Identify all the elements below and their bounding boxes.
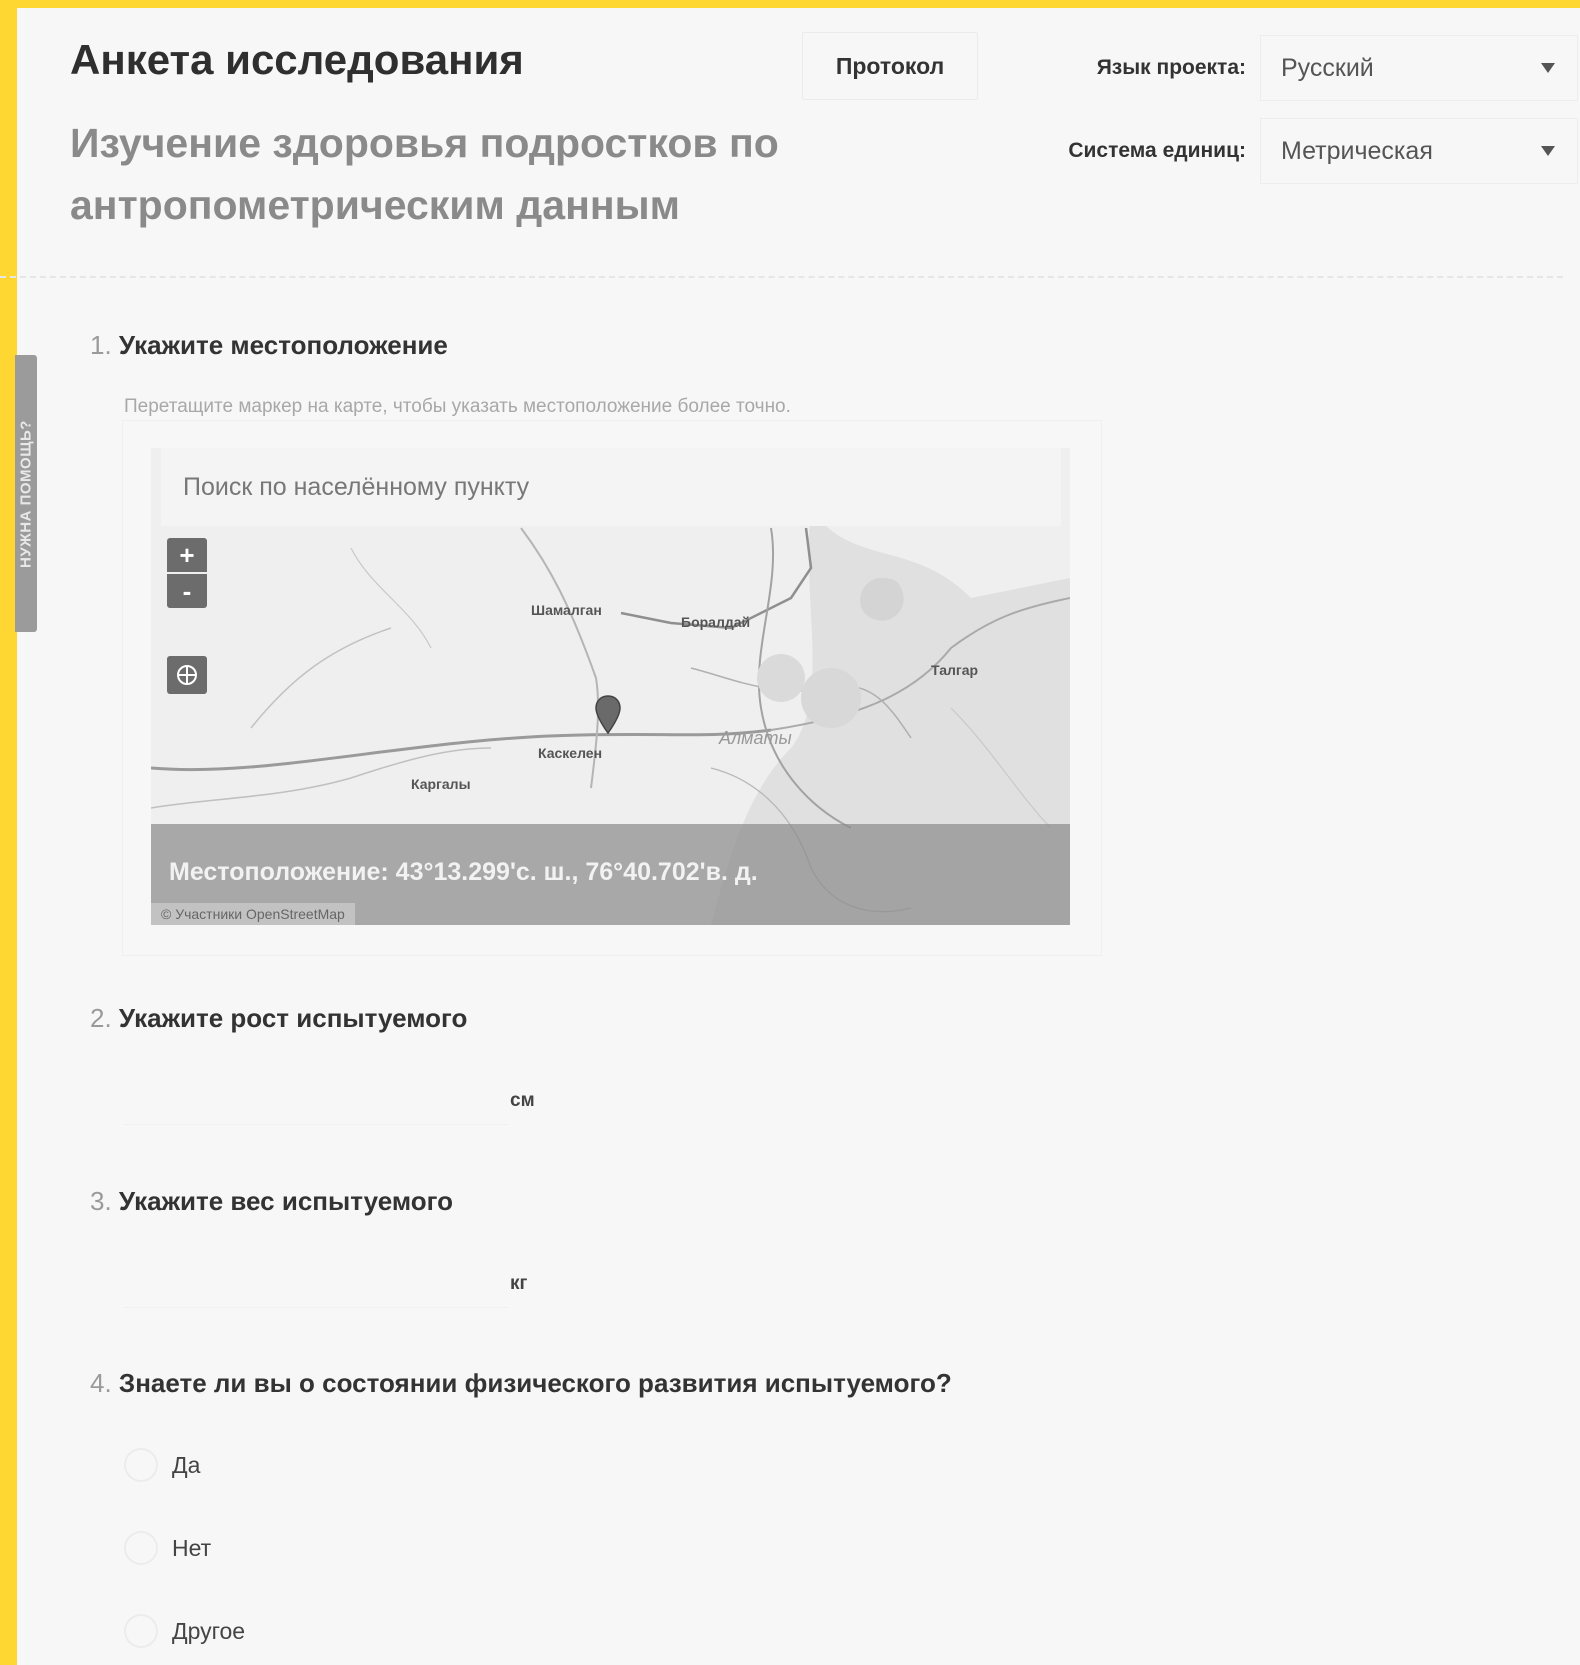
language-select[interactable]: Русский (1260, 35, 1578, 101)
weight-input[interactable] (124, 1259, 508, 1308)
page-title: Анкета исследования (70, 36, 524, 83)
chevron-down-icon (1541, 63, 1555, 73)
map-search-input[interactable] (161, 448, 1061, 526)
location-readout-bar: Местоположение: 43°13.299'с. ш., 76°40.7… (151, 824, 1070, 925)
radio-option-other[interactable]: Другое (124, 1614, 245, 1648)
question-3-title: 3. Укажите вес испытуемого (90, 1186, 453, 1217)
radio-option-no[interactable]: Нет (124, 1531, 211, 1565)
header-divider (0, 276, 1563, 278)
place-label: Каргалы (411, 776, 471, 792)
question-2-title: 2. Укажите рост испытуемого (90, 1003, 467, 1034)
place-label: Каскелен (538, 745, 603, 761)
radio-button[interactable] (124, 1614, 158, 1648)
radio-label: Другое (172, 1617, 246, 1644)
question-4-title: 4. Знаете ли вы о состоянии физического … (90, 1368, 952, 1399)
question-1-title: 1. Укажите местоположение (90, 330, 448, 361)
question-number: 4. (90, 1368, 112, 1398)
place-label: Талгар (931, 662, 979, 678)
question-text: Укажите местоположение (118, 330, 448, 360)
crosshair-icon (177, 665, 197, 685)
units-label: Система единиц: (1068, 139, 1246, 162)
map-marker-icon[interactable] (595, 695, 621, 735)
question-number: 2. (90, 1003, 112, 1033)
locate-me-button[interactable] (167, 656, 207, 694)
protocol-button[interactable]: Протокол (802, 32, 978, 100)
radio-button[interactable] (124, 1531, 158, 1565)
map-attribution[interactable]: © Участники OpenStreetMap (151, 903, 355, 925)
weight-unit: кг (510, 1273, 528, 1294)
place-label: Боралдай (681, 614, 751, 630)
language-select-value: Русский (1281, 53, 1374, 82)
survey-subtitle: Изучение здоровья подростков по антропом… (70, 120, 779, 228)
help-tab-label: НУЖНА ПОМОЩЬ? (17, 419, 35, 568)
place-label: Алматы (719, 728, 792, 748)
location-map[interactable]: + - Шамалган Боралдай Талгар Алматы Каск… (151, 448, 1070, 925)
radio-label: Нет (172, 1534, 212, 1561)
question-number: 3. (90, 1186, 112, 1216)
radio-label: Да (172, 1451, 201, 1478)
zoom-in-button[interactable]: + (167, 538, 207, 572)
place-label: Шамалган (531, 602, 602, 618)
units-select-value: Метрическая (1281, 136, 1433, 165)
height-input[interactable] (124, 1076, 508, 1125)
question-text: Знаете ли вы о состоянии физического раз… (118, 1368, 952, 1398)
question-text: Укажите вес испытуемого (118, 1186, 453, 1216)
chevron-down-icon (1541, 146, 1555, 156)
help-tab[interactable]: НУЖНА ПОМОЩЬ? (15, 355, 37, 632)
question-text: Укажите рост испытуемого (118, 1003, 468, 1033)
map-hint: Перетащите маркер на карте, чтобы указат… (124, 396, 791, 417)
language-label: Язык проекта: (1096, 56, 1246, 79)
units-select[interactable]: Метрическая (1260, 118, 1578, 184)
radio-button[interactable] (124, 1448, 158, 1482)
height-unit: см (510, 1090, 535, 1111)
zoom-out-button[interactable]: - (167, 574, 207, 608)
location-readout: Местоположение: 43°13.299'с. ш., 76°40.7… (169, 858, 758, 886)
radio-option-yes[interactable]: Да (124, 1448, 200, 1482)
question-number: 1. (90, 330, 112, 360)
